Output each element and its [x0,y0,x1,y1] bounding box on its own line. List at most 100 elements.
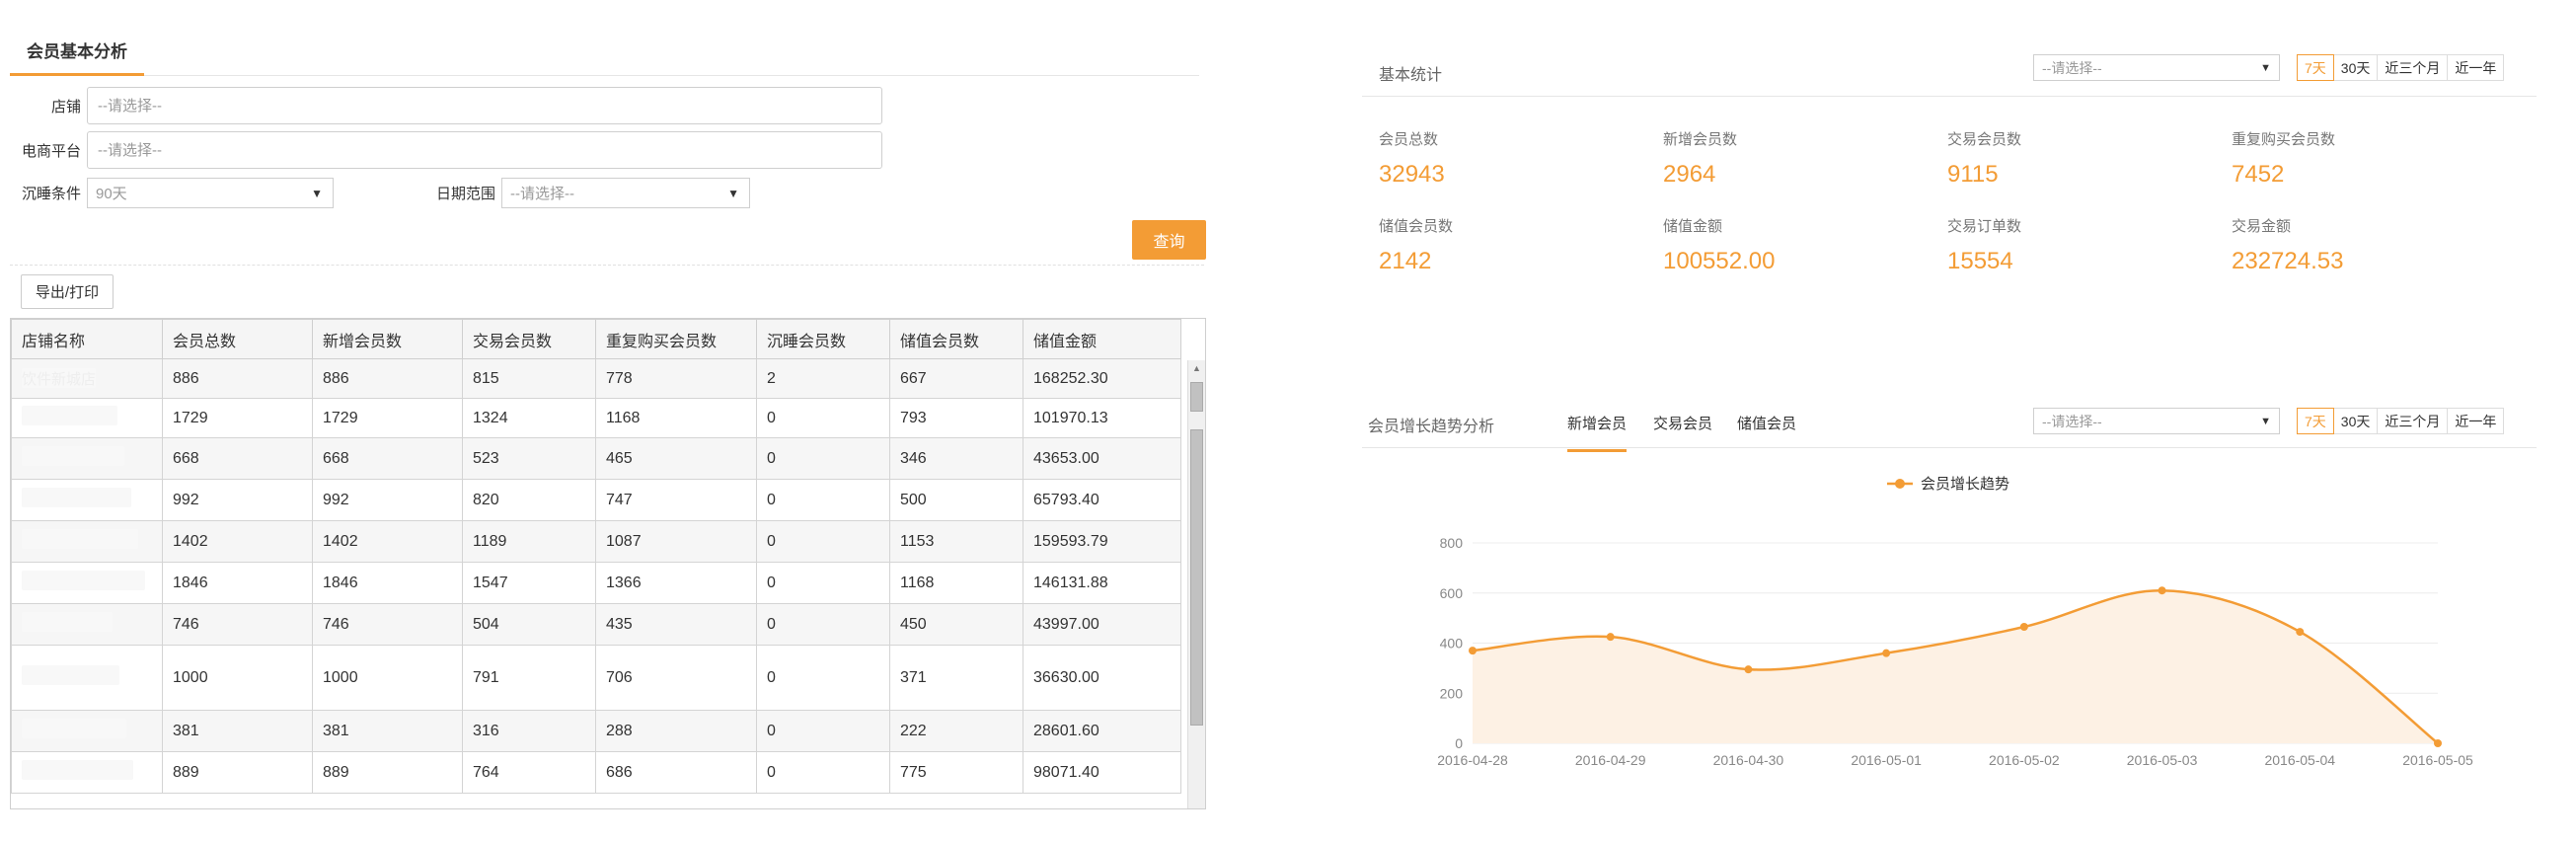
table-cell: 0 [756,437,890,480]
table-cell: 764 [462,751,596,794]
table-cell: 778 [595,358,757,399]
dormant-select[interactable]: 90天 ▼ [87,178,334,208]
member-basic-analysis-panel: 会员基本分析 店铺 电商平台 沉睡条件 90天 ▼ 日期范围 --请选择-- ▼… [0,0,1209,843]
table-row[interactable]: 1402 1402 1189 1087 0 1153 159593.79 [11,520,1181,563]
table-row[interactable]: 381 381 316 288 0 222 28601.60 [11,710,1181,752]
trend-title: 会员增长趋势分析 [1368,419,1495,435]
table-cell: 0 [756,520,890,563]
table-cell: 1402 [162,520,313,563]
series-area [1473,590,2438,743]
table-row[interactable]: 668 668 523 465 0 346 43653.00 [11,437,1181,480]
caret-down-icon: ▼ [2260,415,2271,427]
trend-select[interactable]: --请选择-- ▼ [2033,408,2280,434]
date-label: 日期范围 [435,186,495,202]
table-cell: 465 [595,437,757,480]
stat-value: 2142 [1379,248,1432,274]
table-cell: 36630.00 [1023,645,1181,711]
store-name [22,760,133,780]
stat-value: 32943 [1379,161,1445,188]
table-cell: 0 [756,562,890,604]
legend-marker [1895,479,1905,489]
stat-value: 232724.53 [2232,248,2344,274]
range-three-months[interactable]: 近三个月 [2377,408,2449,434]
table-row[interactable]: 889 889 764 686 0 775 98071.40 [11,751,1181,794]
caret-down-icon: ▼ [2260,61,2271,74]
table-cell: 746 [162,603,313,646]
column-header[interactable]: 沉睡会员数 [756,319,890,359]
column-header[interactable]: 店铺名称 [11,319,163,359]
data-point [2296,628,2305,637]
scroll-thumb[interactable] [1190,382,1203,412]
column-header[interactable]: 储值金额 [1023,319,1181,359]
y-tick-label: 0 [1455,735,1463,751]
table-cell: 1189 [462,520,596,563]
stat-label: 新增会员数 [1663,131,1738,148]
range-7-days[interactable]: 7天 [2297,54,2334,81]
table-cell: 1366 [595,562,757,604]
x-tick-label: 2016-05-01 [1851,752,1922,768]
column-header[interactable]: 储值会员数 [889,319,1023,359]
platform-input[interactable] [87,131,882,169]
table-row[interactable]: 746 746 504 435 0 450 43997.00 [11,603,1181,646]
stat-value: 7452 [2232,161,2285,188]
table-row[interactable]: 1846 1846 1547 1366 0 1168 146131.88 [11,562,1181,604]
basic-stats-select[interactable]: --请选择-- ▼ [2033,54,2280,81]
data-point [1469,647,1477,655]
x-tick-label: 2016-05-05 [2402,752,2473,768]
stat-label: 重复购买会员数 [2232,131,2336,148]
table-cell: 0 [756,479,890,521]
store-name-cell [11,437,163,480]
export-print-button[interactable]: 导出/打印 [21,274,114,309]
stat-trade-orders: 交易订单数 15554 [1947,215,2021,275]
tab-new-members[interactable]: 新增会员 [1567,413,1628,452]
stat-label: 交易会员数 [1947,131,2022,148]
range-three-months[interactable]: 近三个月 [2377,54,2449,81]
stat-new-members: 新增会员数 2964 [1663,128,1737,189]
column-header[interactable]: 重复购买会员数 [595,319,757,359]
store-name-cell [11,562,163,604]
platform-label: 电商平台 [21,142,81,160]
store-name [22,529,138,549]
table-cell: 222 [889,710,1023,752]
range-one-year[interactable]: 近一年 [2447,408,2505,434]
scroll-track-thumb[interactable] [1190,429,1203,726]
y-tick-label: 800 [1440,535,1464,551]
table-cell: 0 [756,398,890,438]
table-row[interactable]: 992 992 820 747 0 500 65793.40 [11,479,1181,521]
trend-select-value: --请选择-- [2042,413,2102,429]
store-name-cell [11,479,163,521]
stat-stored-value-amount: 储值金额 100552.00 [1663,215,1775,275]
range-one-year[interactable]: 近一年 [2447,54,2505,81]
table-cell: 1000 [162,645,313,711]
x-tick-label: 2016-05-04 [2264,752,2335,768]
column-header[interactable]: 新增会员数 [312,319,463,359]
table-cell: 523 [462,437,596,480]
table-cell: 371 [889,645,1023,711]
table-scrollbar[interactable]: ▲ [1187,360,1205,808]
query-button[interactable]: 查询 [1132,220,1206,260]
date-range-select[interactable]: --请选择-- ▼ [501,178,750,208]
table-cell: 1000 [312,645,463,711]
range-30-days[interactable]: 30天 [2332,54,2379,81]
column-header[interactable]: 会员总数 [162,319,313,359]
table-cell: 159593.79 [1023,520,1181,563]
table-cell: 668 [312,437,463,480]
data-point [1744,665,1753,674]
y-tick-label: 600 [1440,585,1464,601]
table-cell: 1547 [462,562,596,604]
tab-trade-members[interactable]: 交易会员 [1653,413,1712,433]
dormant-label: 沉睡条件 [21,186,81,202]
table-row[interactable]: 1000 1000 791 706 0 371 36630.00 [11,645,1181,711]
column-header[interactable]: 交易会员数 [462,319,596,359]
store-input[interactable] [87,87,882,124]
tab-stored-value-members[interactable]: 储值会员 [1737,413,1796,433]
tab-member-basic-analysis[interactable]: 会员基本分析 [10,30,144,76]
table-cell: 101970.13 [1023,398,1181,438]
scroll-up-arrow-icon[interactable]: ▲ [1188,360,1205,376]
basic-stats-title: 基本统计 [1379,67,1443,84]
range-30-days[interactable]: 30天 [2332,408,2379,434]
table-row[interactable]: 1729 1729 1324 1168 0 793 101970.13 [11,398,1181,438]
table-row[interactable]: 饮件新城店 886 886 815 778 2 667 168252.30 [11,358,1181,399]
range-7-days[interactable]: 7天 [2297,408,2334,434]
table-cell: 889 [312,751,463,794]
